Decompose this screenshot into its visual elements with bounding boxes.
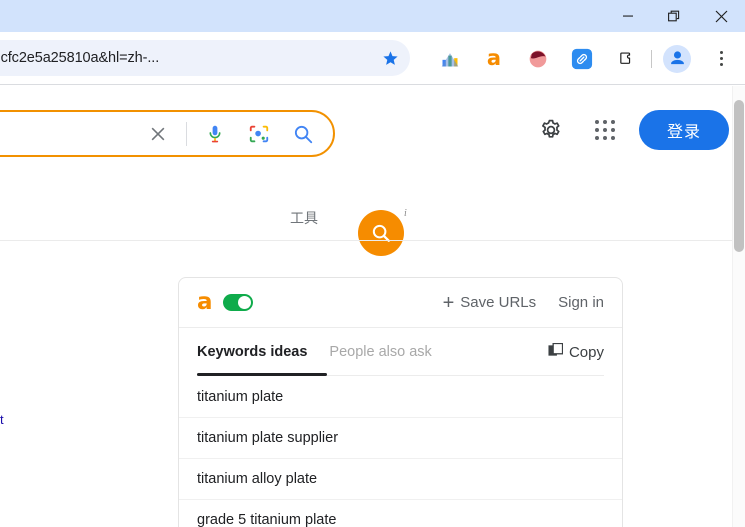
apps-dot [594,136,599,140]
copy-label: Copy [568,343,604,361]
apps-dot [610,120,615,124]
window-restore-button[interactable] [651,0,698,32]
save-urls-label: Save URLs [460,294,537,311]
apps-dot [610,128,615,132]
window-minimize-button[interactable] [604,0,651,32]
letter-a-icon[interactable]: a [472,32,516,85]
list-item[interactable]: titanium plate supplier [179,417,622,458]
signin-button[interactable]: 登录 [638,110,729,150]
list-item[interactable]: titanium plate [179,376,622,417]
tab-keywords-ideas[interactable]: Keywords ideas [197,344,307,360]
keyword-tool-panel: a + Save URLs Sign in Keywords ideas Peo… [178,277,623,527]
circle-swirl-icon[interactable] [516,32,560,85]
address-bar-url: 3%BF&sca_esv=c91cfc2e5a25810a&hl=zh-... [0,50,160,66]
list-item[interactable]: grade 5 titanium plate [179,499,622,527]
apps-dot [602,128,607,132]
extension-icons: a [428,32,743,85]
keyword-tool-logo-icon: a [197,289,213,315]
page-scrollbar[interactable] [732,86,745,527]
kebab-dot [719,57,723,60]
kebab-dot [719,51,723,54]
keyword-panel-tabs: Keywords ideas People also ask Copy [179,328,622,376]
copy-icon [548,342,564,362]
list-item[interactable]: titanium alloy plate [179,458,622,499]
person-avatar-icon[interactable] [655,32,699,85]
microphone-icon[interactable] [193,112,237,156]
puzzle-piece-icon[interactable] [604,32,648,85]
plus-icon: + [442,291,455,314]
google-header-actions: 登录 [531,110,729,150]
kebab-dot [719,63,723,66]
browser-titlebar [0,0,745,32]
google-search-header: i 登录 [0,86,745,256]
avatar[interactable] [663,44,691,73]
browser-window: 3%BF&sca_esv=c91cfc2e5a25810a&hl=zh-... … [0,0,745,527]
partial-result-link[interactable]: t [0,412,6,427]
bar-chart-icon[interactable] [428,32,472,85]
apps-dot [610,136,615,140]
keyword-panel-header: a + Save URLs Sign in [179,278,622,328]
bookmark-star-icon[interactable] [370,50,410,67]
keyword-panel-signin-link[interactable]: Sign in [558,294,604,311]
gear-icon[interactable] [531,110,571,150]
tab-active-underline [197,373,327,376]
search-input-container[interactable] [0,110,335,157]
tools-button[interactable]: 工具 [290,208,318,228]
toolbar-divider [651,49,652,68]
save-urls-button[interactable]: + Save URLs [443,293,537,313]
kebab-menu-icon[interactable] [699,32,743,85]
window-controls [604,0,745,32]
window-close-button[interactable] [698,0,745,32]
google-lens-icon[interactable] [237,112,281,156]
apps-dot [594,120,599,124]
scrollbar-thumb[interactable] [734,100,744,252]
search-divider [186,121,187,146]
search-tools-row: 工具 [0,196,745,241]
tab-people-also-ask[interactable]: People also ask [329,344,431,360]
page-content: i 登录 工具 t a + Save URLs Sign in Keywords… [0,86,745,527]
browser-toolbar: 3%BF&sca_esv=c91cfc2e5a25810a&hl=zh-... … [0,32,745,85]
apps-grid-icon[interactable] [585,110,625,150]
address-bar[interactable]: 3%BF&sca_esv=c91cfc2e5a25810a&hl=zh-... [0,40,410,76]
close-x-icon[interactable] [136,112,180,156]
keyword-list: titanium plate titanium plate supplier t… [179,376,622,527]
search-magnifier-icon[interactable] [281,112,325,156]
apps-dot [602,136,607,140]
apps-dot [594,128,599,132]
keyword-tool-toggle[interactable] [222,294,253,311]
copy-button[interactable]: Copy [548,342,604,362]
apps-dot [602,120,607,124]
link-icon[interactable] [560,32,604,85]
